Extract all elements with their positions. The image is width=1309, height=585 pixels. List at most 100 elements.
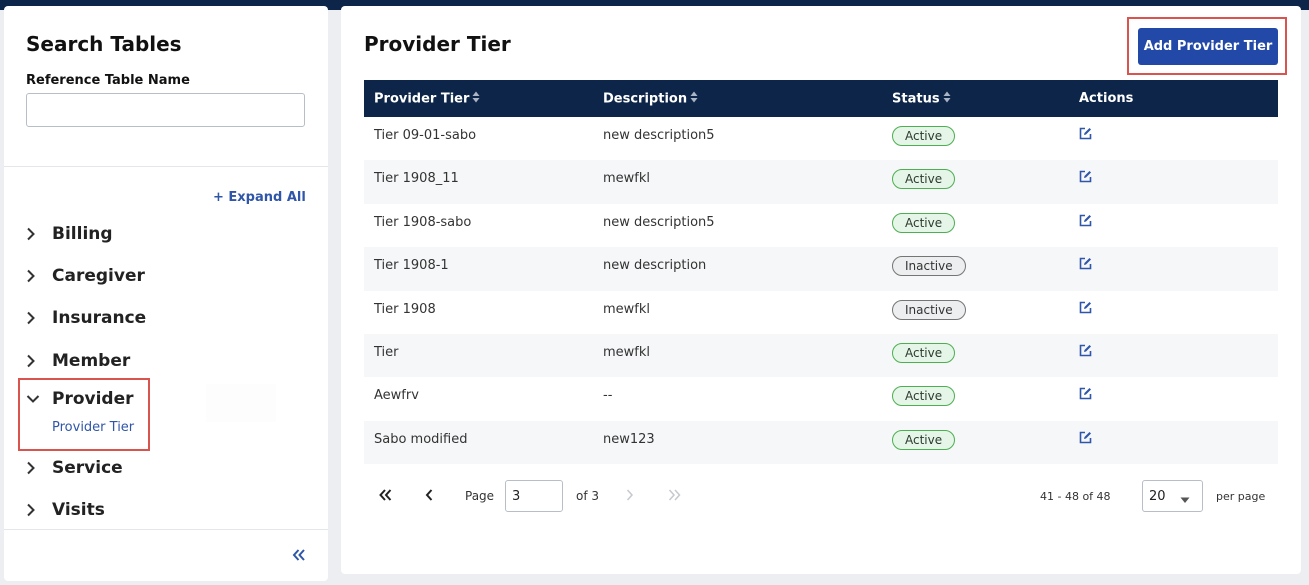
chevron-right-icon [26, 311, 52, 325]
cell-description: mewfkl [603, 344, 651, 360]
cell-description: mewfkl [603, 301, 651, 317]
prev-page-button[interactable] [425, 480, 433, 512]
last-page-button[interactable] [668, 480, 681, 512]
page-count-label: of 3 [576, 489, 600, 503]
cell-provider-tier: Tier 09-01-sabo [374, 128, 477, 143]
edit-icon[interactable] [1079, 301, 1092, 318]
status-badge: Active [892, 429, 956, 450]
status-badge: Inactive [892, 256, 966, 277]
expand-all-link[interactable]: + Expand All [213, 190, 306, 205]
table-row: Tier 1908-sabo new description5 Active [364, 204, 1278, 247]
column-header-actions: Actions [1079, 91, 1134, 106]
double-chevron-right-icon [668, 488, 681, 504]
cell-description: mewfkl [603, 171, 651, 187]
cell-provider-tier: Tier 1908-sabo [374, 214, 472, 230]
tree-item-label: Insurance [52, 308, 147, 328]
edit-icon[interactable] [1079, 344, 1092, 361]
table-row: Tier 09-01-sabo new description5 Active [364, 117, 1278, 160]
tree-item-label: Caregiver [52, 266, 145, 286]
column-header-provider-tier[interactable]: Provider Tier [364, 80, 593, 117]
provider-tier-table: Provider Tier Description Status Actions… [364, 80, 1278, 465]
tree-item-insurance[interactable]: Insurance [26, 306, 146, 330]
chevron-right-icon [26, 227, 52, 241]
chevron-left-icon [425, 488, 433, 504]
table-row: Aewfrv -- Active [364, 377, 1278, 420]
cell-status: Active [882, 334, 1069, 377]
main-content-panel: Provider Tier Add Provider Tier Provider… [341, 6, 1301, 574]
cell-actions [1069, 160, 1278, 203]
next-page-button[interactable] [626, 480, 634, 512]
reference-table-name-input[interactable] [26, 93, 305, 127]
column-header-status[interactable]: Status [882, 80, 1069, 117]
edit-icon[interactable] [1079, 170, 1092, 187]
column-header-label: Provider Tier [374, 91, 470, 106]
provider-highlight-box [18, 378, 150, 451]
cell-status: Inactive [882, 291, 1069, 334]
status-badge: Active [892, 342, 956, 363]
add-provider-tier-button[interactable]: Add Provider Tier [1138, 28, 1278, 65]
per-page-select[interactable]: 20 [1142, 480, 1203, 512]
edit-icon[interactable] [1079, 127, 1092, 144]
status-badge: Inactive [892, 299, 966, 320]
caret-down-icon [1180, 493, 1190, 508]
table-row: Tier 1908_11 mewfkl Active [364, 160, 1278, 204]
divider [4, 529, 328, 530]
tree-item-member[interactable]: Member [26, 349, 130, 373]
edit-icon[interactable] [1079, 431, 1092, 448]
per-page-label: per page [1216, 489, 1266, 503]
search-tables-title: Search Tables [26, 32, 182, 56]
cell-actions [1069, 117, 1278, 160]
cell-provider-tier: Tier 1908 [374, 301, 436, 317]
cell-description: new description5 [603, 128, 715, 143]
tree-item-billing[interactable]: Billing [26, 222, 113, 246]
tree-item-label: Billing [52, 224, 113, 244]
cell-provider-tier: Aewfrv [374, 388, 419, 404]
reference-table-name-label: Reference Table Name [26, 73, 190, 88]
cell-description: new description5 [603, 214, 715, 230]
tree-item-caregiver[interactable]: Caregiver [26, 264, 145, 288]
range-label: 41 - 48 of 48 [1040, 489, 1111, 503]
status-badge: Active [892, 212, 956, 233]
cell-status: Active [882, 204, 1069, 247]
column-header-label: Description [603, 91, 688, 106]
cell-provider-tier: Tier 1908-1 [374, 258, 449, 274]
page-number-input[interactable] [505, 480, 563, 512]
sort-icon [472, 91, 480, 107]
chevron-right-icon [26, 461, 52, 475]
cell-status: Active [882, 160, 1069, 203]
tree-item-label: Service [52, 458, 123, 478]
double-chevron-left-icon[interactable] [292, 546, 306, 565]
edit-icon[interactable] [1079, 257, 1092, 274]
table-row: Tier mewfkl Active [364, 333, 1278, 378]
edit-icon[interactable] [1079, 214, 1092, 231]
search-tables-panel: Search Tables Reference Table Name + Exp… [4, 6, 328, 581]
divider [4, 166, 328, 167]
tree-item-visits[interactable]: Visits [26, 498, 105, 522]
cell-actions [1069, 291, 1278, 334]
page-label: Page [465, 489, 495, 503]
per-page-value: 20 [1149, 488, 1166, 504]
cell-status: Active [882, 117, 1069, 160]
edit-icon[interactable] [1079, 387, 1092, 404]
cell-status: Inactive [882, 247, 1069, 290]
chevron-right-icon [626, 488, 634, 504]
double-chevron-left-icon [379, 488, 392, 504]
status-badge: Active [892, 126, 956, 146]
cell-actions [1069, 421, 1278, 464]
cell-provider-tier: Sabo modified [374, 431, 468, 447]
column-header-description[interactable]: Description [593, 80, 882, 117]
status-badge: Active [892, 386, 956, 407]
cell-actions [1069, 377, 1278, 420]
first-page-button[interactable] [379, 480, 392, 512]
ghost-box [206, 384, 276, 422]
sort-icon [690, 91, 698, 107]
table-row: Tier 1908-1 new description Inactive [364, 247, 1278, 291]
cell-actions [1069, 334, 1278, 377]
cell-provider-tier: Tier 1908_11 [374, 171, 459, 187]
cell-actions [1069, 247, 1278, 290]
chevron-right-icon [26, 269, 52, 283]
tree-item-service[interactable]: Service [26, 456, 123, 480]
cell-actions [1069, 204, 1278, 247]
page-title: Provider Tier [364, 32, 511, 56]
tree-item-label: Member [52, 351, 131, 371]
